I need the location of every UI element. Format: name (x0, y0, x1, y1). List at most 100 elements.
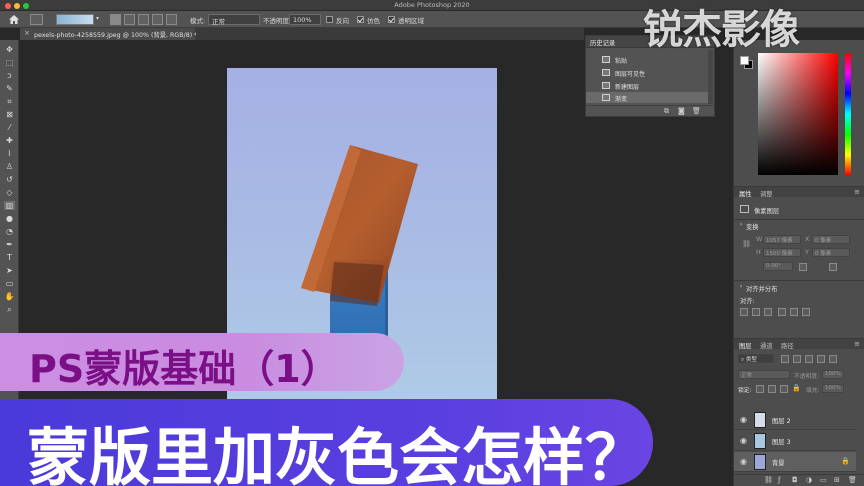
camera-icon[interactable]: ◙ (678, 107, 685, 115)
link-icon[interactable]: ⛓ (742, 240, 751, 248)
reverse-checkbox[interactable] (326, 16, 333, 23)
link-layers-icon[interactable]: ⛓ (764, 476, 773, 484)
adjustment-layer-icon[interactable]: ◑ (806, 476, 812, 484)
filter-smart-object-button[interactable] (829, 355, 837, 363)
pen-tool-icon[interactable]: ✒ (4, 240, 15, 249)
trash-icon[interactable]: 🗑 (692, 107, 701, 115)
layer-row[interactable]: ◉ 图层 2 (734, 410, 856, 430)
tab-properties[interactable]: 属性 (739, 189, 752, 198)
gradient-swatch[interactable] (56, 14, 94, 25)
home-icon[interactable] (8, 14, 20, 25)
stamp-tool-icon[interactable]: ♙ (4, 162, 15, 171)
document-tab[interactable]: × pexels-photo-4258559.jpeg @ 100% (背景, … (20, 28, 197, 40)
history-brush-tool-icon[interactable]: ↺ (4, 175, 15, 184)
marquee-tool-icon[interactable]: ⬚ (4, 58, 15, 67)
blend-mode-select[interactable]: 正常 (738, 370, 790, 379)
lock-image-button[interactable] (768, 385, 776, 393)
height-field[interactable]: 1500 像素 (763, 248, 801, 257)
group-icon[interactable]: ▭ (820, 476, 827, 484)
dodge-tool-icon[interactable]: ◔ (4, 227, 15, 236)
diamond-gradient-button[interactable] (166, 14, 177, 25)
align-left-button[interactable] (740, 308, 748, 316)
filter-type-button[interactable] (805, 355, 813, 363)
quick-select-tool-icon[interactable]: ✎ (4, 84, 15, 93)
zoom-tool-icon[interactable]: ⌕ (4, 305, 15, 314)
dither-checkbox[interactable] (357, 16, 364, 23)
history-tab[interactable]: 历史记录 (590, 38, 615, 47)
eye-icon[interactable]: ◉ (739, 457, 748, 466)
crop-tool-icon[interactable]: ⌗ (4, 97, 15, 106)
tab-adjustments[interactable]: 调整 (760, 189, 773, 198)
filter-shape-button[interactable] (817, 355, 825, 363)
history-item[interactable]: 新建图层 (586, 80, 708, 91)
reflected-gradient-button[interactable] (152, 14, 163, 25)
section-chevron-icon[interactable]: › (740, 284, 742, 290)
title-line-2: 蒙版里加灰色会怎样？ (27, 421, 648, 486)
transparency-checkbox[interactable] (388, 16, 395, 23)
history-item[interactable]: 图层可见性 (586, 67, 708, 78)
radial-gradient-button[interactable] (124, 14, 135, 25)
x-field[interactable]: 0 像素 (812, 235, 850, 244)
healing-tool-icon[interactable]: ✚ (4, 136, 15, 145)
chevron-down-icon[interactable]: ▾ (96, 15, 99, 22)
new-layer-icon[interactable]: ⊞ (834, 476, 840, 484)
tab-layers[interactable]: 图层 (739, 341, 752, 350)
layer-style-icon[interactable]: ƒ (778, 476, 780, 484)
lasso-tool-icon[interactable]: ↄ (4, 71, 15, 80)
eye-icon[interactable]: ◉ (739, 415, 748, 424)
path-select-tool-icon[interactable]: ➤ (4, 266, 15, 275)
history-state-icon (602, 56, 610, 63)
filter-pixel-button[interactable] (781, 355, 789, 363)
align-right-button[interactable] (764, 308, 772, 316)
opacity-input[interactable]: 100% (289, 14, 321, 25)
add-mask-icon[interactable]: ◘ (792, 476, 798, 484)
trash-icon[interactable]: 🗑 (848, 476, 857, 484)
flip-horizontal-button[interactable] (799, 263, 807, 271)
layer-opacity-input[interactable]: 100% (822, 370, 844, 379)
layer-filter-select[interactable]: ⌕ 类型 (738, 354, 774, 363)
y-field[interactable]: 0 像素 (812, 248, 850, 257)
gradient-tool-icon[interactable]: ▥ (4, 201, 15, 210)
angle-gradient-button[interactable] (138, 14, 149, 25)
new-document-from-state-icon[interactable]: ⧉ (664, 107, 669, 116)
fill-input[interactable]: 100% (822, 384, 844, 393)
lock-icon[interactable]: 🔒 (792, 384, 801, 392)
type-tool-icon[interactable]: T (4, 253, 15, 262)
lock-position-button[interactable] (780, 385, 788, 393)
layer-row[interactable]: ◉ 图层 3 (734, 431, 856, 451)
close-icon[interactable]: × (24, 29, 30, 37)
eye-icon[interactable]: ◉ (739, 436, 748, 445)
foreground-color-swatch[interactable] (740, 56, 749, 65)
mode-select[interactable]: 正常 (208, 14, 260, 26)
tool-preset-picker[interactable] (30, 14, 43, 25)
align-bottom-button[interactable] (802, 308, 810, 316)
tab-channels[interactable]: 通道 (760, 341, 773, 350)
move-tool-icon[interactable]: ✥ (4, 45, 15, 54)
history-item-active[interactable]: 渐变 (586, 92, 708, 103)
linear-gradient-button[interactable] (110, 14, 121, 25)
history-scrollbar[interactable] (708, 50, 713, 104)
flip-vertical-button[interactable] (829, 263, 837, 271)
filter-adjustment-button[interactable] (793, 355, 801, 363)
panel-menu-icon[interactable]: ≡ (854, 188, 860, 196)
lock-transparent-button[interactable] (756, 385, 764, 393)
blur-tool-icon[interactable]: ● (4, 214, 15, 223)
hand-tool-icon[interactable]: ✋ (4, 292, 15, 301)
align-top-button[interactable] (778, 308, 786, 316)
tab-paths[interactable]: 路径 (781, 341, 794, 350)
angle-field[interactable]: 0.00° (763, 262, 793, 271)
lock-icon[interactable]: 🔒 (841, 457, 850, 465)
eyedropper-tool-icon[interactable]: ⁄ (4, 123, 15, 132)
section-chevron-icon[interactable]: › (740, 222, 742, 228)
align-center-button[interactable] (752, 308, 760, 316)
eraser-tool-icon[interactable]: ◇ (4, 188, 15, 197)
hue-slider[interactable] (845, 53, 851, 175)
brush-tool-icon[interactable]: ⌇ (4, 149, 15, 158)
width-field[interactable]: 1057 像素 (763, 235, 801, 244)
layer-row-selected[interactable]: ◉ 背景 🔒 (734, 452, 856, 472)
frame-tool-icon[interactable]: ⊠ (4, 110, 15, 119)
shape-tool-icon[interactable]: ▭ (4, 279, 15, 288)
align-middle-button[interactable] (790, 308, 798, 316)
color-picker-field[interactable] (758, 53, 838, 175)
panel-menu-icon[interactable]: ≡ (854, 340, 860, 348)
